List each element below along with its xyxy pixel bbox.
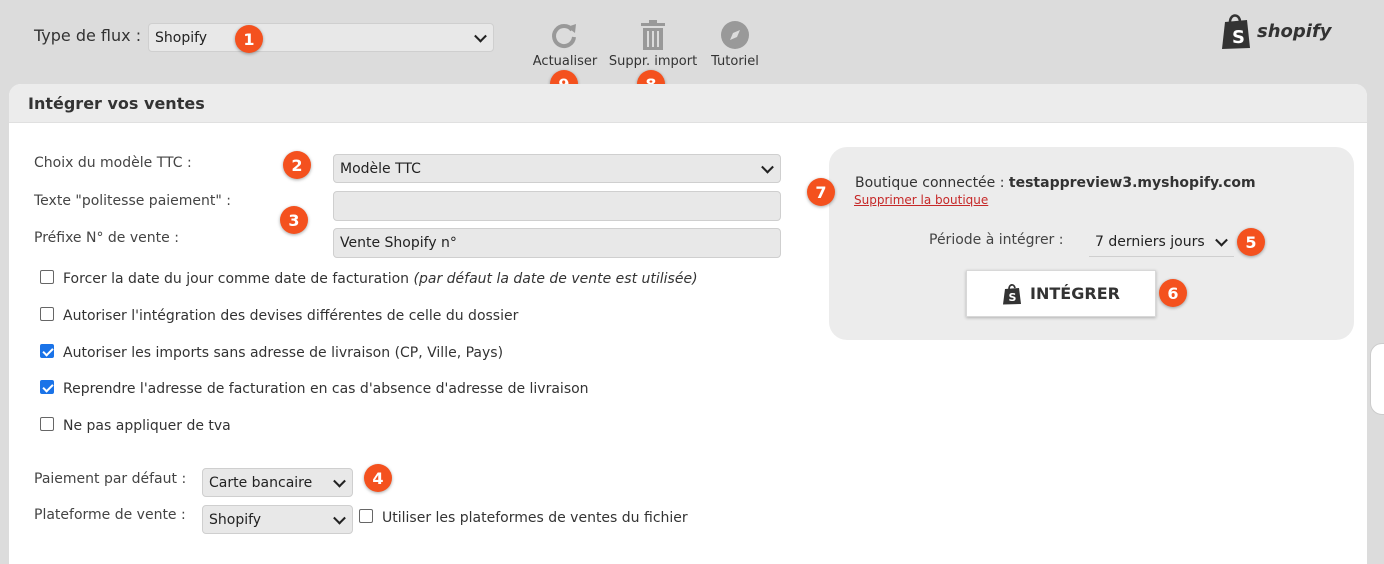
paiement-label: Paiement par défaut : xyxy=(34,471,187,487)
tutorial-button[interactable]: Tutoriel xyxy=(705,20,765,69)
prefixe-value: Vente Shopify n° xyxy=(340,235,457,251)
shopify-bag-icon: S xyxy=(1003,283,1022,304)
checkbox-force-date-label: Forcer la date du jour comme date de fac… xyxy=(63,271,698,287)
paiement-select[interactable]: Carte bancaire xyxy=(202,468,353,497)
chevron-down-icon xyxy=(474,29,487,43)
checkbox-no-tva-label: Ne pas appliquer de tva xyxy=(63,418,231,434)
badge-1: 1 xyxy=(235,25,263,53)
svg-text:S: S xyxy=(1232,27,1245,48)
checkbox-sans-adresse[interactable] xyxy=(40,344,54,358)
plateforme-value: Shopify xyxy=(209,511,262,528)
prefixe-label: Préfixe N° de vente : xyxy=(34,230,179,246)
periode-value: 7 derniers jours xyxy=(1095,234,1205,250)
badge-3: 3 xyxy=(280,206,308,234)
svg-text:S: S xyxy=(1009,291,1017,304)
force-date-note: (par défaut la date de vente est utilisé… xyxy=(413,271,698,287)
refresh-label: Actualiser xyxy=(532,54,598,69)
checkbox-devises-label: Autoriser l'intégration des devises diff… xyxy=(63,308,519,324)
refresh-button[interactable]: Actualiser xyxy=(530,20,600,69)
checkbox-sans-adresse-label: Autoriser les imports sans adresse de li… xyxy=(63,345,504,361)
boutique-connected-value: testappreview3.myshopify.com xyxy=(1008,175,1256,191)
checkbox-plateforme-fichier-label: Utiliser les plateformes de ventes du fi… xyxy=(382,510,688,526)
shopify-wordmark: shopify xyxy=(1257,20,1332,42)
checkbox-adresse-facturation[interactable] xyxy=(40,380,54,394)
politesse-label: Texte "politesse paiement" : xyxy=(34,193,231,209)
shopify-bag-icon: S xyxy=(1222,14,1250,49)
chevron-down-icon xyxy=(333,511,346,525)
flux-type-label: Type de flux : xyxy=(34,26,142,45)
modele-label: Choix du modèle TTC : xyxy=(34,155,192,171)
plateforme-label: Plateforme de vente : xyxy=(34,507,186,523)
checkbox-devises[interactable] xyxy=(40,307,54,321)
flux-type-value: Shopify xyxy=(155,29,208,46)
prefixe-input[interactable]: Vente Shopify n° xyxy=(333,228,781,258)
compass-icon xyxy=(720,20,750,50)
badge-6: 6 xyxy=(1159,279,1187,307)
checkbox-force-date[interactable] xyxy=(40,270,54,284)
force-date-text: Forcer la date du jour comme date de fac… xyxy=(63,271,410,287)
checkbox-plateforme-fichier[interactable] xyxy=(359,509,373,523)
periode-label: Période à intégrer : xyxy=(929,232,1064,248)
badge-5: 5 xyxy=(1237,228,1265,256)
checkbox-no-tva[interactable] xyxy=(40,417,54,431)
badge-4: 4 xyxy=(364,464,392,492)
refresh-icon xyxy=(550,20,580,50)
shopify-logo: S shopify xyxy=(1219,12,1332,50)
integrate-button-label: INTÉGRER xyxy=(1030,284,1120,303)
boutique-connected-label: Boutique connectée : xyxy=(855,175,1005,191)
periode-select[interactable]: 7 derniers jours xyxy=(1089,228,1234,257)
flux-type-select[interactable]: Shopify xyxy=(148,23,494,52)
modele-select[interactable]: Modèle TTC xyxy=(333,154,781,183)
checkbox-adresse-facturation-label: Reprendre l'adresse de facturation en ca… xyxy=(63,381,589,397)
integrate-button[interactable]: S INTÉGRER xyxy=(966,270,1156,317)
chevron-down-icon xyxy=(333,474,346,488)
chevron-down-icon xyxy=(761,160,774,174)
chevron-down-icon xyxy=(1215,233,1228,247)
politesse-input[interactable] xyxy=(333,191,781,221)
plateforme-select[interactable]: Shopify xyxy=(202,505,353,534)
tutorial-label: Tutoriel xyxy=(711,54,759,69)
delete-import-label: Suppr. import xyxy=(608,54,698,69)
paiement-value: Carte bancaire xyxy=(209,474,313,491)
trash-icon xyxy=(638,20,668,50)
boutique-connected: Boutique connectée : testappreview3.mysh… xyxy=(855,175,1256,191)
remove-shop-link[interactable]: Supprimer la boutique xyxy=(854,193,988,207)
badge-2: 2 xyxy=(283,151,311,179)
modele-value: Modèle TTC xyxy=(340,160,421,177)
side-handle[interactable] xyxy=(1370,343,1384,415)
panel-title: Intégrer vos ventes xyxy=(9,84,1367,123)
badge-7: 7 xyxy=(807,178,835,206)
delete-import-button[interactable]: Suppr. import xyxy=(607,20,699,69)
